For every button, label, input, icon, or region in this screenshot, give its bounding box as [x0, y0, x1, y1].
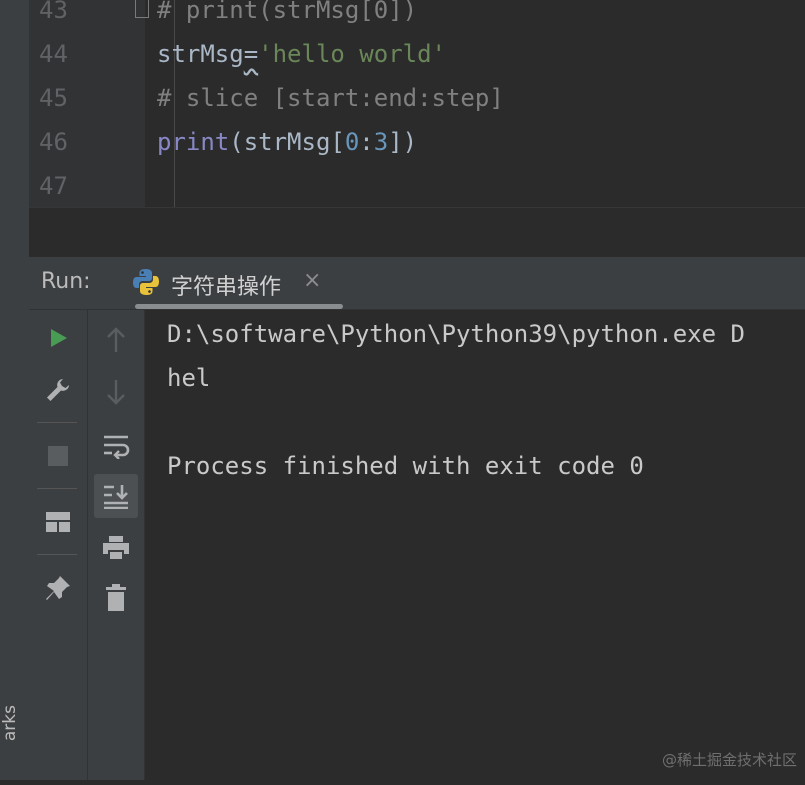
number-literal: 0: [344, 128, 360, 156]
code-fragment: (strMsg[: [229, 128, 345, 156]
run-icon: [51, 329, 67, 347]
run-toolbar-secondary: [88, 310, 145, 780]
next-occurrence-button[interactable]: [94, 370, 138, 414]
clear-all-button[interactable]: [94, 576, 138, 620]
toolbar-separator: [37, 554, 77, 555]
pin-icon: [46, 576, 70, 600]
bookmarks-tool-window-label[interactable]: arks: [0, 705, 20, 785]
identifier: strMsg: [157, 40, 244, 68]
soft-wrap-button[interactable]: [94, 424, 138, 468]
line-number: 46: [39, 128, 68, 156]
restore-layout-button[interactable]: [36, 500, 80, 544]
previous-occurrence-button[interactable]: [94, 318, 138, 362]
scroll-to-end-button[interactable]: [94, 474, 138, 518]
wrench-icon: [47, 379, 69, 401]
print-icon: [103, 536, 129, 561]
fold-marker-icon[interactable]: [135, 0, 149, 18]
watermark: @稀土掘金技术社区: [661, 751, 797, 769]
line-number: 45: [39, 84, 68, 112]
string-literal: 'hello world': [258, 40, 446, 68]
close-tab-icon[interactable]: ×: [303, 268, 321, 293]
line-number: 47: [39, 172, 68, 200]
builtin-print: print: [157, 128, 230, 156]
line-number: 44: [39, 40, 68, 68]
scroll-to-end-icon: [104, 485, 128, 509]
code-editor[interactable]: 43 44 45 46 47 # print(strMsg[0]) strMsg…: [29, 0, 805, 207]
code-line-comment: # slice [start:end:step]: [157, 84, 504, 112]
left-tool-strip: arks: [0, 0, 30, 780]
arrow-down-icon: [107, 380, 125, 405]
operator: =: [243, 40, 259, 68]
layout-icon: [46, 512, 70, 532]
code-fragment: ]): [388, 128, 418, 156]
code-line-print: print(strMsg[0:3]): [157, 120, 417, 164]
edit-configuration-button[interactable]: [36, 368, 80, 412]
python-icon: [133, 269, 159, 295]
active-tab-indicator: [135, 304, 343, 309]
trash-icon: [106, 584, 126, 611]
run-panel-header: Run: 字符串操作 ×: [29, 257, 805, 310]
code-fragment: :: [359, 128, 374, 156]
arrow-up-icon: [107, 327, 125, 352]
stop-button[interactable]: [36, 434, 80, 478]
console-line: hel: [167, 364, 211, 392]
code-line-assignment: strMsg='hello world': [157, 32, 446, 76]
editor-bottom-area: [29, 207, 805, 258]
run-toolbar-primary: [29, 310, 88, 780]
stop-icon: [48, 446, 68, 466]
rerun-button[interactable]: [36, 316, 80, 360]
console-line: Process finished with exit code 0: [167, 452, 644, 480]
run-panel-title: Run:: [41, 269, 91, 294]
print-button[interactable]: [94, 526, 138, 570]
number-literal: 3: [373, 128, 389, 156]
run-configuration-tab[interactable]: 字符串操作 ×: [109, 257, 343, 309]
code-line-comment: # print(strMsg[0]): [157, 0, 418, 24]
toolbar-separator: [37, 422, 77, 423]
soft-wrap-icon: [104, 435, 130, 459]
toolbar-separator: [37, 488, 77, 489]
pin-tab-button[interactable]: [36, 566, 80, 610]
run-tab-title: 字符串操作: [171, 275, 282, 300]
console-output[interactable]: D:\software\Python\Python39\python.exe D…: [145, 310, 805, 780]
console-line: D:\software\Python\Python39\python.exe D: [167, 320, 745, 348]
line-number: 43: [39, 0, 68, 24]
